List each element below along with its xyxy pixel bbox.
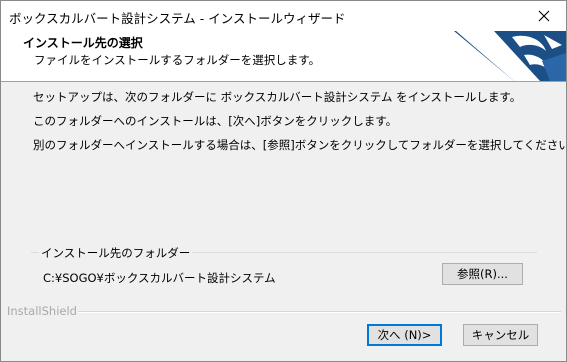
installshield-brand-label: InstallShield	[7, 304, 77, 318]
page-title: インストール先の選択	[23, 36, 143, 50]
destination-folder-label: インストール先のフォルダー	[39, 245, 193, 261]
next-button[interactable]: 次へ (N)>	[367, 324, 442, 346]
cancel-button[interactable]: キャンセル	[463, 324, 538, 346]
window-title: ボックスカルバート設計システム - インストールウィザード	[9, 11, 346, 26]
wizard-header: インストール先の選択 ファイルをインストールするフォルダーを選択します。	[1, 31, 566, 82]
installshield-logo-icon	[454, 31, 566, 81]
browse-button[interactable]: 参照(R)...	[442, 263, 523, 285]
footer-divider	[78, 311, 561, 313]
description-line-3: 別のフォルダーへインストールする場合は、[参照]ボタンをクリックしてフォルダーを…	[33, 138, 567, 152]
description-line-2: このフォルダーへのインストールは、[次へ]ボタンをクリックします。	[33, 114, 398, 128]
title-bar: ボックスカルバート設計システム - インストールウィザード	[1, 1, 566, 31]
close-button[interactable]	[522, 1, 566, 31]
close-icon	[538, 10, 550, 22]
description-line-1: セットアップは、次のフォルダーに ボックスカルバート設計システム をインストール…	[33, 90, 522, 104]
page-subtitle: ファイルをインストールするフォルダーを選択します。	[34, 53, 321, 67]
installer-window: ボックスカルバート設計システム - インストールウィザード インストール先の選択…	[0, 0, 567, 362]
destination-folder-path: C:¥SOGO¥ボックスカルバート設計システム	[43, 271, 276, 285]
